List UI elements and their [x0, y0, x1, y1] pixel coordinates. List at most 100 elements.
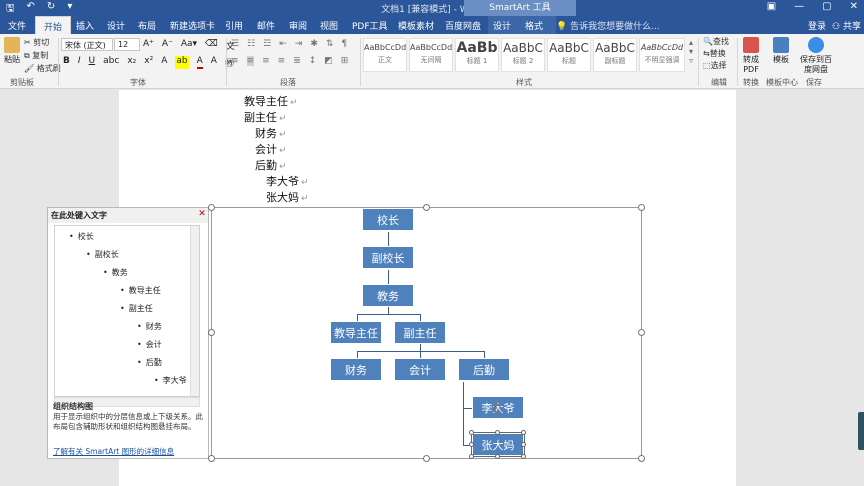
org-node-deputy-director[interactable]: 副主任 [394, 321, 446, 344]
maximize-icon[interactable]: ▢ [822, 1, 831, 12]
tab-file[interactable]: 文件 [8, 19, 26, 32]
tab-insert[interactable]: 插入 [76, 19, 94, 32]
highlight-icon[interactable]: ab [175, 56, 189, 69]
decrease-indent-icon[interactable]: ⇤ [279, 39, 287, 49]
list-item[interactable]: 教导主任 [120, 285, 161, 296]
bold-icon[interactable]: B [63, 56, 70, 69]
doc-line[interactable]: 副主任 ↵ [244, 109, 287, 125]
node-resize-handle[interactable] [469, 442, 474, 447]
doc-line[interactable]: 李大爷 ↵ [266, 173, 309, 189]
tab-home[interactable]: 开始 [35, 16, 72, 34]
resize-handle[interactable] [423, 204, 430, 211]
increase-indent-icon[interactable]: ⇥ [295, 39, 303, 49]
copy-button[interactable]: ⧉ 复制 [24, 50, 48, 61]
list-item[interactable]: 财务 [137, 321, 162, 332]
style-heading-2[interactable]: AaBbC 标题 2 [501, 38, 545, 72]
doc-line[interactable]: 张大妈 ↵ [266, 189, 309, 205]
list-item[interactable]: 教务 [103, 267, 128, 278]
rotate-handle-icon[interactable] [493, 404, 503, 414]
resize-handle[interactable] [638, 329, 645, 336]
list-item[interactable]: 李大爷 [154, 375, 187, 386]
select-button[interactable]: ⬚选择 [703, 60, 727, 71]
org-node-zhang-dama[interactable]: 张大妈 [471, 432, 525, 457]
node-resize-handle[interactable] [495, 430, 500, 435]
list-item[interactable]: 会计 [137, 339, 162, 350]
doc-line[interactable]: 财务 ↵ [255, 125, 287, 141]
format-painter-button[interactable]: 🖌 格式刷 [24, 63, 61, 74]
grow-font-icon[interactable]: A⁺ [143, 39, 154, 52]
resize-handle[interactable] [208, 329, 215, 336]
tell-me-box[interactable]: 💡 告诉我您想要做什么... [556, 19, 660, 32]
style-normal[interactable]: AaBbCcDd 正文 [363, 38, 407, 72]
org-node-dean[interactable]: 教导主任 [330, 321, 382, 344]
side-panel-tab[interactable] [858, 412, 864, 450]
font-color-icon[interactable]: A [196, 56, 203, 69]
styles-more-icon[interactable]: ▴ ▾ ▿ [689, 38, 693, 65]
close-icon[interactable]: ✕ [850, 1, 858, 12]
replace-button[interactable]: ⇆替换 [703, 48, 726, 59]
resize-handle[interactable] [208, 455, 215, 462]
tab-smartart-design[interactable]: 设计 [493, 19, 511, 32]
subscript-icon[interactable]: x₂ [127, 56, 136, 69]
node-resize-handle[interactable] [495, 454, 500, 459]
distributed-icon[interactable]: ≣ [293, 56, 301, 66]
align-right-icon[interactable]: ≡ [262, 56, 270, 66]
style-heading-1[interactable]: AaBb 标题 1 [455, 38, 499, 72]
tab-template-material[interactable]: 模板素材 [398, 19, 434, 32]
sort-icon[interactable]: ⇅ [326, 39, 334, 49]
line-spacing-icon[interactable]: ↕ [309, 56, 317, 66]
style-subtle-emphasis[interactable]: AaBbCcDd 不明显强调 [639, 38, 685, 72]
node-resize-handle[interactable] [469, 454, 474, 459]
node-resize-handle[interactable] [521, 454, 526, 459]
shading-icon[interactable]: ◩ [324, 56, 333, 66]
list-item[interactable]: 后勤 [137, 357, 162, 368]
find-button[interactable]: 🔍查找 [703, 36, 729, 47]
resize-handle[interactable] [423, 455, 430, 462]
convert-pdf-button[interactable]: 转成PDF [740, 37, 762, 75]
show-marks-icon[interactable]: ¶ [341, 39, 347, 49]
tab-pdf-tools[interactable]: PDF工具 [352, 19, 388, 32]
chinese-layout-icon[interactable]: ✱ [310, 39, 318, 49]
multilevel-list-icon[interactable]: ☲ [263, 39, 271, 49]
template-button[interactable]: 模板 [770, 37, 792, 65]
style-title[interactable]: AaBbC 标题 [547, 38, 591, 72]
resize-handle[interactable] [208, 204, 215, 211]
tab-new[interactable]: 新建选项卡 [170, 19, 215, 32]
clear-format-icon[interactable]: ⌫ [205, 39, 218, 52]
text-effects-icon[interactable]: A [161, 56, 167, 69]
font-size-select[interactable]: 12 [114, 38, 140, 51]
numbering-icon[interactable]: ☷ [247, 39, 255, 49]
node-resize-handle[interactable] [521, 442, 526, 447]
login-link[interactable]: 登录 [808, 19, 826, 32]
style-subtitle[interactable]: AaBbC 副标题 [593, 38, 637, 72]
italic-icon[interactable]: I [78, 56, 81, 69]
shrink-font-icon[interactable]: A⁻ [162, 39, 173, 52]
close-icon[interactable]: ✕ [197, 209, 207, 219]
list-item[interactable]: 副校长 [86, 249, 119, 260]
resize-handle[interactable] [638, 204, 645, 211]
tab-references[interactable]: 引用 [225, 19, 243, 32]
tab-smartart-format[interactable]: 格式 [525, 19, 543, 32]
justify-icon[interactable]: ≡ [278, 56, 286, 66]
tab-mailings[interactable]: 邮件 [257, 19, 275, 32]
minimize-icon[interactable]: — [794, 1, 804, 12]
org-node-vice-principal[interactable]: 副校长 [362, 246, 414, 269]
org-node-principal[interactable]: 校长 [362, 208, 414, 231]
cut-button[interactable]: ✂ 剪切 [24, 37, 49, 48]
align-center-icon[interactable]: ≡ [246, 56, 255, 66]
share-button[interactable]: ⚇ 共享 [832, 19, 861, 32]
tab-review[interactable]: 审阅 [289, 19, 307, 32]
org-node-accounting[interactable]: 会计 [394, 358, 446, 381]
strikethrough-icon[interactable]: abc [103, 56, 119, 69]
doc-line[interactable]: 会计 ↵ [255, 141, 287, 157]
font-name-select[interactable]: 宋体 (正文) [61, 38, 113, 51]
tab-baidu-netdisk[interactable]: 百度网盘 [445, 19, 481, 32]
tab-layout[interactable]: 布局 [138, 19, 156, 32]
underline-icon[interactable]: U [89, 56, 96, 69]
tab-view[interactable]: 视图 [320, 19, 338, 32]
ribbon-options-icon[interactable]: ▣ [767, 1, 776, 12]
change-case-icon[interactable]: Aa▾ [181, 39, 197, 52]
learn-more-link[interactable]: 了解有关 SmartArt 图形的详细信息 [53, 446, 174, 457]
list-item[interactable]: 校长 [69, 231, 94, 242]
doc-line[interactable]: 后勤 ↵ [255, 157, 287, 173]
